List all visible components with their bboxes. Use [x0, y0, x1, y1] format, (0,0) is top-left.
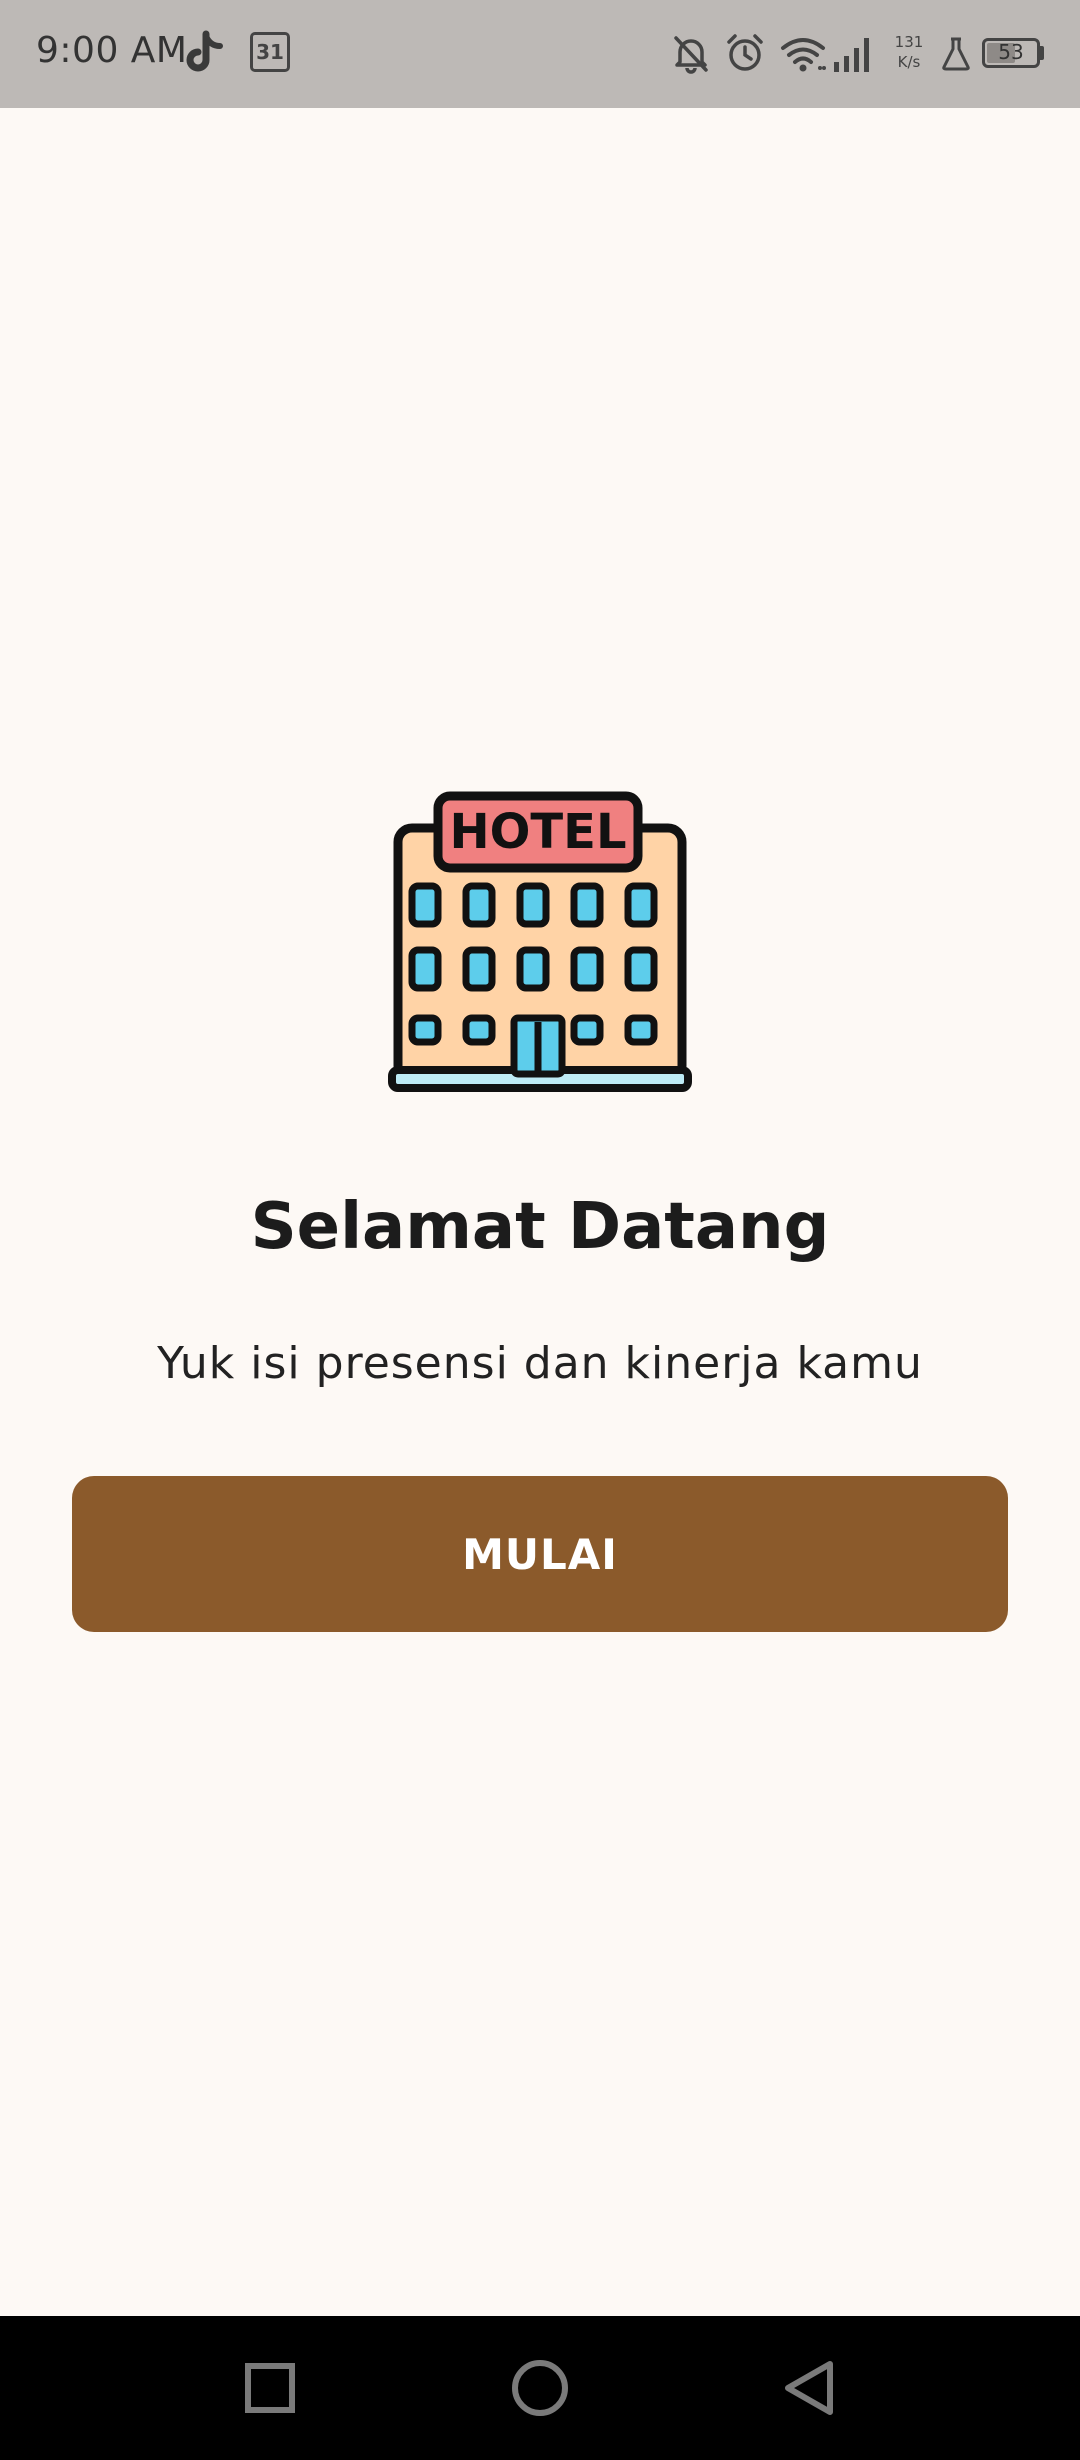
flask-icon	[942, 37, 970, 71]
battery-level: 53	[998, 40, 1024, 64]
battery-icon: 53	[982, 38, 1040, 68]
notifications-off-icon	[674, 36, 708, 74]
tiktok-icon	[186, 30, 223, 72]
calendar-icon: 31	[250, 32, 290, 72]
signal-icon	[834, 38, 869, 72]
navigation-bar	[0, 2316, 1080, 2460]
home-icon[interactable]	[508, 2356, 572, 2420]
welcome-title: Selamat Datang	[250, 1190, 830, 1264]
status-time: 9:00 AM	[36, 30, 188, 71]
hotel-sign-text: HOTEL	[449, 804, 626, 860]
battery-tip	[1040, 46, 1044, 60]
welcome-screen: 9:00 AM 31 131 K/s 53 HOTEL Selamat Data…	[0, 0, 1080, 2460]
calendar-day: 31	[256, 40, 284, 64]
wifi-icon	[781, 38, 826, 72]
status-bar: 9:00 AM 31 131 K/s 53	[0, 0, 1080, 108]
network-speed-value: 131	[894, 33, 924, 51]
network-speed: 131 K/s	[888, 32, 930, 72]
hotel-icon: HOTEL	[388, 791, 692, 1092]
welcome-subtitle: Yuk isi presensi dan kinerja kamu	[157, 1338, 923, 1389]
network-speed-unit: K/s	[897, 53, 921, 71]
start-button[interactable]: MULAI	[72, 1476, 1008, 1632]
alarm-icon	[727, 34, 763, 71]
recent-apps-icon[interactable]	[238, 2356, 302, 2420]
back-icon[interactable]	[778, 2356, 842, 2420]
